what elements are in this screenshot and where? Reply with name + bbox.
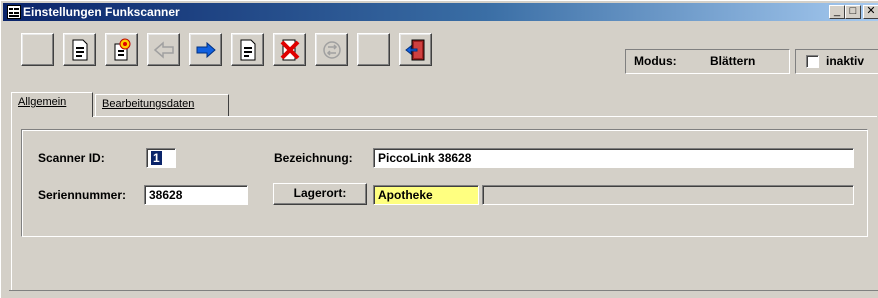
new-document-star-icon — [114, 38, 131, 61]
minimize-button[interactable]: _ — [829, 5, 845, 19]
scanner-id-value: 1 — [151, 151, 162, 165]
window-title: Einstellungen Funkscanner — [23, 5, 180, 19]
edit-document-icon — [240, 39, 256, 61]
maximize-button[interactable]: □ — [845, 5, 861, 19]
exit-button[interactable] — [399, 33, 432, 66]
arrow-left-icon — [153, 41, 174, 59]
refresh-button[interactable] — [315, 33, 348, 66]
blank-icon — [362, 38, 386, 62]
lagerort-field[interactable]: Apotheke — [373, 185, 479, 205]
new-button[interactable] — [105, 33, 138, 66]
seriennummer-field[interactable]: 38628 — [144, 185, 248, 205]
scanner-id-label: Scanner ID: — [38, 151, 105, 165]
lagerort-detail-field — [482, 185, 854, 205]
inaktiv-checkbox[interactable] — [806, 55, 819, 68]
back-button[interactable] — [147, 33, 180, 66]
minimize-icon: _ — [833, 5, 841, 17]
inaktiv-toggle[interactable]: inaktiv — [795, 49, 878, 74]
bezeichnung-field[interactable]: PiccoLink 38628 — [373, 148, 854, 168]
close-icon: ✕ — [866, 5, 876, 17]
tab-allgemein[interactable]: Allgemein — [11, 92, 93, 117]
window-app-icon — [7, 5, 21, 19]
refresh-icon — [323, 41, 341, 59]
blank-button[interactable] — [21, 33, 54, 66]
modus-value: Blättern — [710, 54, 756, 68]
document-button[interactable] — [63, 33, 96, 66]
inaktiv-label: inaktiv — [826, 54, 865, 68]
window: Einstellungen Funkscanner _ □ ✕ Modus: B… — [0, 0, 878, 298]
bezeichnung-label: Bezeichnung: — [274, 151, 353, 165]
toolbar: Modus: Blättern inaktiv — [3, 23, 878, 74]
lagerort-button-label: Lagerort: — [293, 186, 347, 200]
title-bar[interactable]: Einstellungen Funkscanner _ □ ✕ — [3, 3, 878, 21]
form-group — [21, 129, 868, 237]
delete-icon — [280, 39, 300, 61]
tab-label: Bearbeitungsdaten — [102, 98, 195, 110]
forward-button[interactable] — [189, 33, 222, 66]
maximize-icon: □ — [849, 5, 857, 17]
seriennummer-value: 38628 — [149, 188, 183, 202]
modus-indicator: Modus: Blättern — [625, 49, 790, 74]
scanner-id-field[interactable]: 1 — [146, 148, 176, 168]
lagerort-button[interactable]: Lagerort: — [273, 183, 367, 205]
bezeichnung-value: PiccoLink 38628 — [378, 151, 472, 165]
document-icon — [72, 39, 88, 61]
edit-button[interactable] — [231, 33, 264, 66]
tab-bearbeitungsdaten[interactable]: Bearbeitungsdaten — [95, 94, 229, 116]
exit-door-icon — [405, 39, 425, 61]
delete-button[interactable] — [273, 33, 306, 66]
lagerort-value: Apotheke — [378, 188, 433, 202]
divider — [9, 290, 878, 291]
arrow-right-icon — [196, 41, 216, 59]
blank2-button[interactable] — [357, 33, 390, 66]
seriennummer-label: Seriennummer: — [38, 188, 127, 202]
close-button[interactable]: ✕ — [863, 5, 878, 19]
tab-label: Allgemein — [18, 96, 67, 108]
modus-label: Modus: — [634, 54, 677, 68]
blank-icon — [26, 38, 50, 62]
